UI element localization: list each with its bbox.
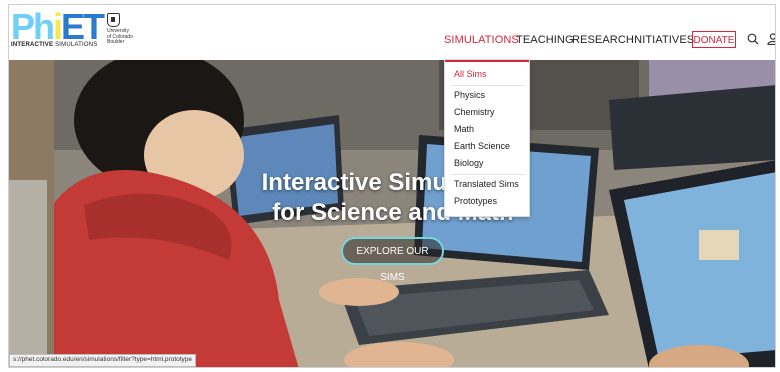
phet-logo-et: ET [61,6,105,47]
nav-initiatives[interactable]: INITIATIVES [631,34,694,46]
phet-logo-wordmark: PhiET [11,6,105,47]
dropdown-item-prototypes[interactable]: Prototypes [454,196,497,206]
hero-title: Interactive Simulations for Science and … [9,168,775,228]
cu-boulder-logo[interactable]: University of Colorado Boulder [107,13,147,51]
phet-logo-subtitle: INTERACTIVE SIMULATIONS [11,42,98,48]
user-icon[interactable] [767,33,776,45]
nav-teaching[interactable]: TEACHING [516,34,574,46]
status-bar-url: s://phet.colorado.edu/en/simulations/fil… [9,354,197,367]
hero-title-line2: for Science and Math [272,199,514,226]
browser-viewport: PhiET INTERACTIVE SIMULATIONS University… [8,4,776,368]
dropdown-item-translated-sims[interactable]: Translated Sims [454,179,519,189]
site-header: PhiET INTERACTIVE SIMULATIONS University… [9,5,775,60]
cu-boulder-icon [107,13,120,27]
dropdown-item-all-sims[interactable]: All Sims [454,69,487,79]
dropdown-item-biology[interactable]: Biology [454,158,484,168]
dropdown-item-chemistry[interactable]: Chemistry [454,107,495,117]
hero-title-line1: Interactive Simulations [261,169,525,196]
phet-logo-subtitle-bold: INTERACTIVE [11,42,54,48]
donate-button[interactable]: DONATE [692,31,736,48]
explore-sims-button[interactable]: EXPLORE OUR SIMS [341,237,444,283]
dropdown-item-physics[interactable]: Physics [454,90,485,100]
phet-logo-ph: Ph [11,6,55,47]
cu-boulder-text: University of Colorado Boulder [107,28,133,45]
phet-logo-subtitle-rest: SIMULATIONS [53,42,98,48]
simulations-dropdown-menu: All Sims Physics Chemistry Math Earth Sc… [444,59,530,217]
dropdown-divider [451,174,525,175]
phet-logo-h: i [53,6,63,47]
dropdown-item-math[interactable]: Math [454,124,474,134]
nav-research[interactable]: RESEARCH [572,34,634,46]
phet-logo[interactable]: PhiET INTERACTIVE SIMULATIONS [11,6,105,51]
dropdown-divider [451,85,525,86]
search-icon[interactable] [747,33,759,45]
dropdown-accent-bar [445,60,529,62]
hero-banner: Interactive Simulations for Science and … [9,60,775,367]
dropdown-item-earth-science[interactable]: Earth Science [454,141,510,151]
nav-simulations[interactable]: SIMULATIONS [444,34,519,46]
